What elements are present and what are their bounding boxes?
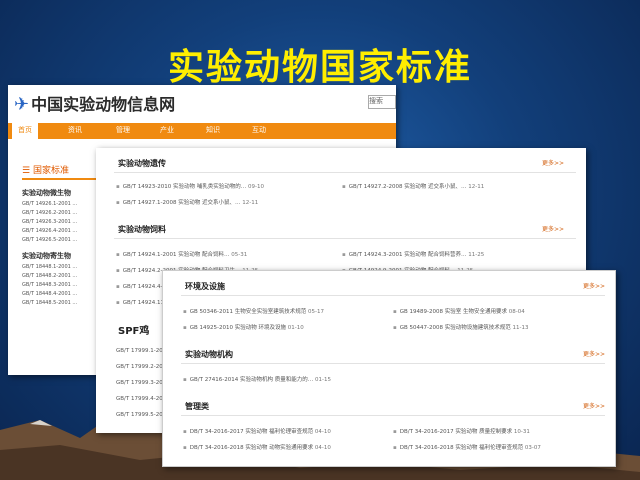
list-item[interactable]: ▪ GB/T 14924.1-2001 实验动物 配合饲料… 05-31 [116, 250, 247, 258]
nav-knowledge[interactable]: 知识 [206, 125, 220, 135]
section-title-environment: 环境及设施 [185, 282, 225, 291]
nav-management[interactable]: 管理 [116, 125, 130, 135]
section-title-genetics: 实验动物遗传 [118, 159, 166, 168]
section-title-feed: 实验动物饲料 [118, 225, 166, 234]
bird-logo-icon: ✈ [14, 94, 30, 115]
sidebar-heading: ☰ 国家标准 [22, 163, 102, 180]
sidebar-item[interactable]: GB/T 18448.5-2001 ... [22, 300, 102, 306]
list-icon: ☰ [22, 166, 33, 176]
divider [114, 172, 576, 173]
more-link[interactable]: 更多>> [542, 224, 564, 233]
slide-title: 实验动物国家标准 [167, 47, 472, 88]
list-item[interactable]: ▪ DB/T 34-2016-2018 实验动物 动物实验通用要求 04-10 [183, 443, 331, 451]
more-link[interactable]: 更多>> [542, 158, 564, 167]
sidebar-item[interactable]: GB/T 18448.1-2001 ... [22, 264, 102, 270]
nav-home[interactable]: 首页 [12, 123, 38, 139]
divider [181, 415, 605, 416]
list-item[interactable]: ▪ DB/T 34-2016-2017 实验动物 质量控制要求 10-31 [393, 427, 530, 435]
list-item[interactable]: ▪ DB/T 34-2016-2017 实验动物 福利伦理审查规范 04-10 [183, 427, 331, 435]
list-item[interactable]: ▪ GB/T 27416-2014 实验动物机构 质量和能力的… 01-15 [183, 375, 331, 383]
section-title-spf: SPF鸡 [118, 326, 150, 337]
sidebar: ☰ 国家标准 实验动物微生物 GB/T 14926.1-2001 ... GB/… [22, 163, 102, 306]
list-item[interactable]: ▪ GB 14925-2010 实验动物 环境及设施 01-10 [183, 323, 304, 331]
sidebar-item[interactable]: GB/T 14926.2-2001 ... [22, 210, 102, 216]
list-item[interactable]: ▪ GB 50447-2008 实验动物设施建筑技术规范 11-13 [393, 323, 528, 331]
list-item[interactable]: ▪ GB/T 14924.3-2001 实验动物 配合饲料营养… 11-25 [342, 250, 484, 258]
list-item[interactable]: ▪ GB/T 14927.2-2008 实验动物 近交系小鼠、… 12-11 [342, 182, 484, 190]
site-logo[interactable]: ✈ 中国实验动物信息网 [14, 91, 175, 115]
divider [181, 295, 605, 296]
site-name: 中国实验动物信息网 [31, 95, 176, 114]
list-item[interactable]: ▪ GB/T 14923-2010 实验动物 哺乳类实验动物的… 09-10 [116, 182, 264, 190]
sidebar-section-title: 实验动物寄生物 [22, 252, 71, 260]
section-title-management: 管理类 [185, 402, 209, 411]
list-item[interactable]: ▪ GB/T 14927.1-2008 实验动物 近交系小鼠、… 12-11 [116, 198, 258, 206]
divider [181, 363, 605, 364]
divider [114, 238, 576, 239]
sidebar-item[interactable]: GB/T 18448.2-2001 ... [22, 273, 102, 279]
sidebar-item[interactable]: GB/T 14926.4-2001 ... [22, 228, 102, 234]
nav-interaction[interactable]: 互动 [252, 125, 266, 135]
main-nav: 首页 资讯 管理 产业 知识 互动 [8, 123, 396, 139]
sidebar-item[interactable]: GB/T 18448.4-2001 ... [22, 291, 102, 297]
list-item[interactable]: ▪ GB 50346-2011 生物安全实验室建筑技术规范 05-17 [183, 307, 324, 315]
search-input[interactable]: 搜索 [368, 95, 396, 109]
list-item[interactable]: ▪ DB/T 34-2016-2018 实验动物 福利伦理审查规范 03-07 [393, 443, 541, 451]
list-item[interactable]: ▪ GB 19489-2008 实验室 生物安全通用要求 08-04 [393, 307, 525, 315]
sidebar-item[interactable]: GB/T 14926.5-2001 ... [22, 237, 102, 243]
more-link[interactable]: 更多>> [583, 349, 605, 358]
sidebar-item[interactable]: GB/T 14926.1-2001 ... [22, 201, 102, 207]
sidebar-item[interactable]: GB/T 14926.3-2001 ... [22, 219, 102, 225]
sidebar-section-title: 实验动物微生物 [22, 189, 71, 197]
section-title-institution: 实验动物机构 [185, 350, 233, 359]
standards-detail-screenshot: 环境及设施 更多>> ▪ GB 50346-2011 生物安全实验室建筑技术规范 … [162, 270, 616, 467]
nav-news[interactable]: 资讯 [68, 125, 82, 135]
nav-industry[interactable]: 产业 [160, 125, 174, 135]
sidebar-item[interactable]: GB/T 18448.3-2001 ... [22, 282, 102, 288]
more-link[interactable]: 更多>> [583, 281, 605, 290]
more-link[interactable]: 更多>> [583, 401, 605, 410]
